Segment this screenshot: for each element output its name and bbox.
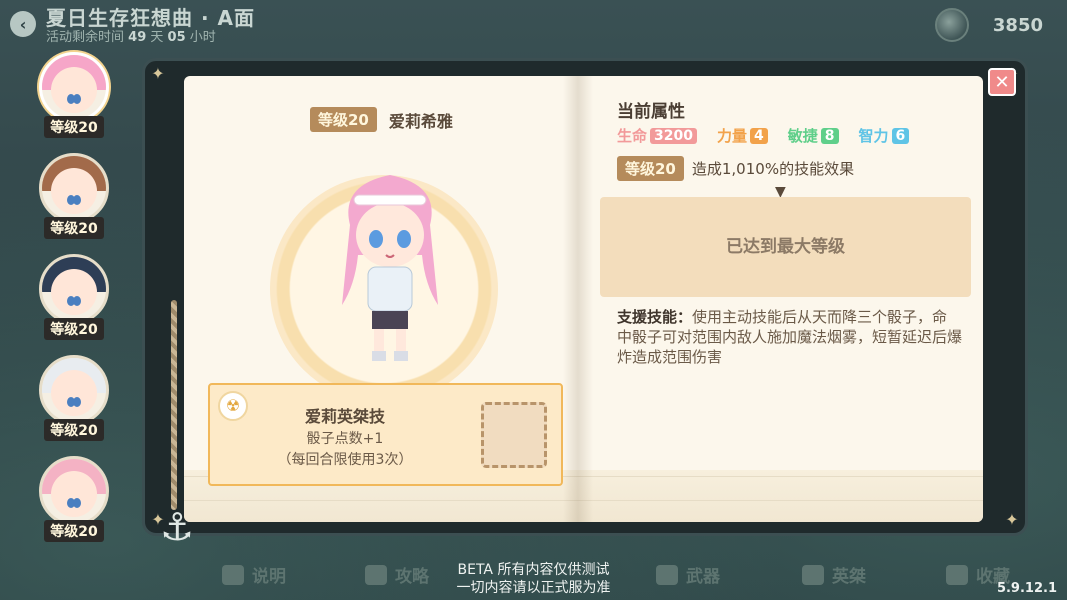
character-name: 爱莉希雅 xyxy=(388,111,453,131)
beta-line-1: BETA 所有内容仅供测试 xyxy=(457,562,610,578)
avatar-face xyxy=(51,471,97,518)
support-skill: 支援技能：使用主动技能后从天而降三个骰子，命中骰子可对范围内敌人施加魔法烟雾，短… xyxy=(617,307,962,367)
attribute-item: 力量 4 xyxy=(717,125,768,146)
character-avatar xyxy=(39,456,109,526)
back-arrow-icon[interactable]: ‹ xyxy=(10,11,36,37)
level-badge: 等级20 xyxy=(310,107,377,132)
hours-unit: 小时 xyxy=(189,30,216,45)
effect-row: 等级20 造成1,010%的技能效果 xyxy=(617,156,854,181)
attribute-label: 智力 xyxy=(858,127,889,145)
character-list: 等级20 等级20 等级20 等级20 等级20 xyxy=(36,52,112,557)
event-title: 夏日生存狂想曲 · A面 xyxy=(46,6,256,30)
attribute-label: 力量 xyxy=(716,127,747,145)
effect-text: 造成1,010%的技能效果 xyxy=(691,160,855,178)
character-list-item[interactable]: 等级20 xyxy=(36,52,112,153)
character-avatar xyxy=(39,355,109,425)
attributes-title: 当前属性 xyxy=(617,102,685,122)
character-level-tag: 等级20 xyxy=(44,520,104,542)
attribute-item: 智力 6 xyxy=(859,125,910,146)
character-list-item[interactable]: 等级20 xyxy=(36,355,112,456)
star-icon: ✦ xyxy=(151,64,165,83)
character-list-item[interactable]: 等级20 xyxy=(36,456,112,557)
avatar-face xyxy=(51,67,97,114)
countdown-hours: 05 xyxy=(167,30,186,45)
effect-level-badge: 等级20 xyxy=(617,156,684,181)
attribute-label: 敏捷 xyxy=(787,127,818,145)
character-level-tag: 等级20 xyxy=(44,116,104,138)
days-unit: 天 xyxy=(150,30,164,45)
attribute-item: 生命 3200 xyxy=(617,125,697,146)
skill-card[interactable]: ☢ 爱莉英桀技 骰子点数+1 （每回合限使用3次） xyxy=(208,383,563,486)
skill-name: 爱莉英桀技 xyxy=(304,407,385,426)
countdown-days: 49 xyxy=(128,30,147,45)
skill-desc-line2: （每回合限使用3次） xyxy=(277,452,413,468)
character-portrait xyxy=(342,175,438,361)
character-avatar xyxy=(39,153,109,223)
character-name-row: 等级20 爱莉希雅 xyxy=(310,107,453,132)
attribute-value: 8 xyxy=(820,127,839,144)
avatar-eye xyxy=(72,194,81,205)
currency-display: 3850 xyxy=(934,8,1043,42)
currency-value: 3850 xyxy=(992,14,1043,36)
avatar-face xyxy=(51,269,97,316)
character-level-tag: 等级20 xyxy=(44,217,104,239)
close-icon[interactable]: ✕ xyxy=(988,68,1016,96)
avatar-eye xyxy=(72,396,81,407)
character-list-item[interactable]: 等级20 xyxy=(36,254,112,355)
character-level-tag: 等级20 xyxy=(44,318,104,340)
skill-desc-line1: 骰子点数+1 xyxy=(306,431,384,447)
book-spine xyxy=(563,76,593,522)
coin-icon xyxy=(934,8,969,42)
countdown-prefix: 活动剩余时间 xyxy=(46,30,125,45)
character-level-tag: 等级20 xyxy=(44,419,104,441)
attribute-item: 敏捷 8 xyxy=(788,125,839,146)
attribute-value: 6 xyxy=(891,127,910,144)
avatar-eye xyxy=(72,93,81,104)
avatar-eye xyxy=(72,497,81,508)
attributes-row: 生命 3200 力量 4 敏捷 8 智力 6 xyxy=(617,125,929,146)
countdown: 活动剩余时间 49 天 05 小时 xyxy=(46,30,255,46)
support-label: 支援技能： xyxy=(617,308,693,326)
avatar-eye xyxy=(72,295,81,306)
beta-notice: BETA 所有内容仅供测试 一切内容请以正式服为准 xyxy=(0,561,1067,597)
attribute-value: 4 xyxy=(750,127,768,144)
character-avatar xyxy=(39,52,109,122)
anchor-icon: ⚓ xyxy=(159,505,195,549)
attribute-value: 3200 xyxy=(650,127,697,144)
character-avatar xyxy=(39,254,109,324)
max-level-box: 已达到最大等级 xyxy=(600,197,971,297)
avatar-face xyxy=(51,168,97,215)
top-bar: ‹ 夏日生存狂想曲 · A面 活动剩余时间 49 天 05 小时 xyxy=(10,6,255,50)
beta-line-2: 一切内容请以正式服为准 xyxy=(456,580,611,596)
skill-description: 骰子点数+1 （每回合限使用3次） xyxy=(210,429,480,471)
character-list-item[interactable]: 等级20 xyxy=(36,153,112,254)
attribute-label: 生命 xyxy=(617,127,648,145)
rope-decoration xyxy=(171,300,177,510)
version-label: 5.9.12.1 xyxy=(996,581,1057,596)
star-icon: ✦ xyxy=(1005,510,1019,529)
skill-slot[interactable] xyxy=(481,402,547,468)
avatar-face xyxy=(51,370,97,417)
title-block: 夏日生存狂想曲 · A面 活动剩余时间 49 天 05 小时 xyxy=(46,6,255,46)
